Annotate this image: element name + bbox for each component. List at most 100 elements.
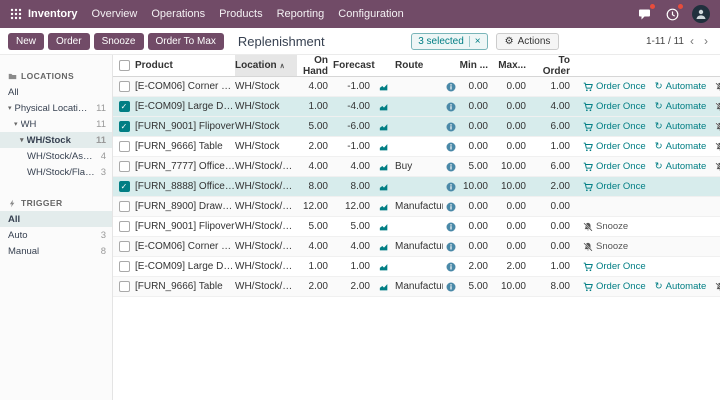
table-row[interactable]: [FURN_9001] Flipover WH/Stock/Asse... 5.… bbox=[113, 217, 720, 237]
sidebar-item-physical-locations[interactable]: ▾ Physical Locations 11 bbox=[0, 100, 112, 116]
actions-button[interactable]: ⚙ Actions bbox=[496, 33, 560, 50]
table-row[interactable]: [FURN_9666] Table WH/Stock 2.00 -1.00 0.… bbox=[113, 137, 720, 157]
order-once-button[interactable]: Order Once bbox=[583, 181, 646, 192]
automate-button[interactable]: ↻Automate bbox=[655, 281, 707, 292]
snooze-button-top[interactable]: Snooze bbox=[94, 33, 144, 50]
forecast-graph-icon[interactable] bbox=[379, 182, 389, 192]
product-cell[interactable]: [FURN_8888] Office Lamp bbox=[135, 181, 235, 192]
header-max[interactable]: Max... bbox=[493, 60, 531, 71]
sidebar-item-trigger-manual[interactable]: Manual 8 bbox=[0, 243, 112, 259]
menu-operations[interactable]: Operations bbox=[151, 8, 205, 20]
product-cell[interactable]: [FURN_9001] Flipover bbox=[135, 221, 235, 232]
table-row[interactable]: ✓ [FURN_9001] Flipover WH/Stock 5.00 -6.… bbox=[113, 117, 720, 137]
order-once-button[interactable]: Order Once bbox=[583, 141, 646, 152]
product-cell[interactable]: [FURN_9666] Table bbox=[135, 281, 235, 292]
table-row[interactable]: [FURN_7777] Office Chair WH/Stock/Asse..… bbox=[113, 157, 720, 177]
table-row[interactable]: ✓ [E-COM09] Large Desk WH/Stock 1.00 -4.… bbox=[113, 97, 720, 117]
product-cell[interactable]: [FURN_8900] Drawer Black bbox=[135, 201, 235, 212]
order-button[interactable]: Order bbox=[48, 33, 90, 50]
automate-button[interactable]: ↻Automate bbox=[655, 101, 707, 112]
row-checkbox[interactable] bbox=[119, 201, 130, 212]
sidebar-item-wh[interactable]: ▾ WH 11 bbox=[0, 116, 112, 132]
header-product[interactable]: Product bbox=[135, 60, 235, 71]
snooze-button[interactable]: Snooze bbox=[583, 241, 628, 252]
pager-next-icon[interactable]: › bbox=[700, 34, 712, 48]
forecast-graph-icon[interactable] bbox=[379, 102, 389, 112]
select-all-checkbox[interactable] bbox=[119, 60, 130, 71]
order-once-button[interactable]: Order Once bbox=[583, 81, 646, 92]
forecast-graph-icon[interactable] bbox=[379, 122, 389, 132]
pager-prev-icon[interactable]: ‹ bbox=[686, 34, 698, 48]
table-row[interactable]: [E-COM06] Corner Desk ... WH/Stock/Flat … bbox=[113, 237, 720, 257]
info-icon[interactable] bbox=[446, 102, 456, 112]
info-icon[interactable] bbox=[446, 182, 456, 192]
forecast-graph-icon[interactable] bbox=[379, 262, 389, 272]
row-checkbox[interactable] bbox=[119, 261, 130, 272]
info-icon[interactable] bbox=[446, 162, 456, 172]
header-forecast[interactable]: Forecast bbox=[333, 60, 375, 71]
order-once-button[interactable]: Order Once bbox=[583, 281, 646, 292]
automate-button[interactable]: ↻Automate bbox=[655, 141, 707, 152]
header-min[interactable]: Min ... bbox=[459, 60, 493, 71]
product-cell[interactable]: [E-COM09] Large Desk bbox=[135, 261, 235, 272]
row-checkbox[interactable]: ✓ bbox=[119, 101, 130, 112]
info-icon[interactable] bbox=[446, 142, 456, 152]
row-checkbox[interactable] bbox=[119, 81, 130, 92]
snooze-button[interactable]: Snooze bbox=[715, 141, 720, 152]
info-icon[interactable] bbox=[446, 202, 456, 212]
automate-button[interactable]: ↻Automate bbox=[655, 81, 707, 92]
snooze-button[interactable]: Snooze bbox=[583, 221, 628, 232]
menu-products[interactable]: Products bbox=[219, 8, 262, 20]
app-menu-button[interactable]: Inventory bbox=[10, 8, 78, 20]
snooze-button[interactable]: Snooze bbox=[715, 281, 720, 292]
info-icon[interactable] bbox=[446, 282, 456, 292]
product-cell[interactable]: [FURN_7777] Office Chair bbox=[135, 161, 235, 172]
row-checkbox[interactable] bbox=[119, 281, 130, 292]
sidebar-item-trigger-all[interactable]: All bbox=[0, 211, 112, 227]
automate-button[interactable]: ↻Automate bbox=[655, 161, 707, 172]
messages-icon[interactable] bbox=[636, 6, 652, 22]
snooze-button[interactable]: Snooze bbox=[715, 121, 720, 132]
automate-button[interactable]: ↻Automate bbox=[655, 121, 707, 132]
sidebar-item-wh-stock-asse[interactable]: WH/Stock/Asse... 4 bbox=[0, 148, 112, 164]
menu-configuration[interactable]: Configuration bbox=[338, 8, 403, 20]
info-icon[interactable] bbox=[446, 122, 456, 132]
caret-down-icon[interactable]: ▾ bbox=[20, 136, 24, 144]
forecast-graph-icon[interactable] bbox=[379, 162, 389, 172]
order-to-max-button[interactable]: Order To Max bbox=[148, 33, 224, 50]
product-cell[interactable]: [FURN_9001] Flipover bbox=[135, 121, 235, 132]
caret-down-icon[interactable]: ▾ bbox=[8, 104, 12, 112]
product-cell[interactable]: [E-COM06] Corner Desk ... bbox=[135, 81, 235, 92]
sidebar-item-wh-stock-flat[interactable]: WH/Stock/Flat P... 3 bbox=[0, 164, 112, 180]
header-to-order[interactable]: To Order bbox=[531, 55, 575, 77]
row-checkbox[interactable] bbox=[119, 161, 130, 172]
header-on-hand[interactable]: On Hand bbox=[297, 55, 333, 77]
header-route[interactable]: Route bbox=[393, 60, 443, 71]
forecast-graph-icon[interactable] bbox=[379, 142, 389, 152]
order-once-button[interactable]: Order Once bbox=[583, 261, 646, 272]
clear-selection-icon[interactable]: × bbox=[469, 36, 481, 47]
table-row[interactable]: [E-COM06] Corner Desk ... WH/Stock 4.00 … bbox=[113, 77, 720, 97]
table-row[interactable]: ✓ [FURN_8888] Office Lamp WH/Stock/Asse.… bbox=[113, 177, 720, 197]
info-icon[interactable] bbox=[446, 242, 456, 252]
snooze-button[interactable]: Snooze bbox=[715, 81, 720, 92]
snooze-button[interactable]: Snooze bbox=[715, 101, 720, 112]
order-once-button[interactable]: Order Once bbox=[583, 161, 646, 172]
row-checkbox[interactable] bbox=[119, 221, 130, 232]
order-once-button[interactable]: Order Once bbox=[583, 121, 646, 132]
info-icon[interactable] bbox=[446, 222, 456, 232]
row-checkbox[interactable] bbox=[119, 141, 130, 152]
product-cell[interactable]: [FURN_9666] Table bbox=[135, 141, 235, 152]
sidebar-item-trigger-auto[interactable]: Auto 3 bbox=[0, 227, 112, 243]
sidebar-item-all-locations[interactable]: All bbox=[0, 84, 112, 100]
new-button[interactable]: New bbox=[8, 33, 44, 50]
order-once-button[interactable]: Order Once bbox=[583, 101, 646, 112]
table-row[interactable]: [E-COM09] Large Desk WH/Stock/Flat P... … bbox=[113, 257, 720, 277]
info-icon[interactable] bbox=[446, 82, 456, 92]
user-avatar[interactable] bbox=[692, 5, 710, 23]
table-row[interactable]: [FURN_8900] Drawer Black WH/Stock/Asse..… bbox=[113, 197, 720, 217]
forecast-graph-icon[interactable] bbox=[379, 282, 389, 292]
product-cell[interactable]: [E-COM06] Corner Desk ... bbox=[135, 241, 235, 252]
table-row[interactable]: [FURN_9666] Table WH/Stock/Flat P... 2.0… bbox=[113, 277, 720, 297]
row-checkbox[interactable]: ✓ bbox=[119, 181, 130, 192]
